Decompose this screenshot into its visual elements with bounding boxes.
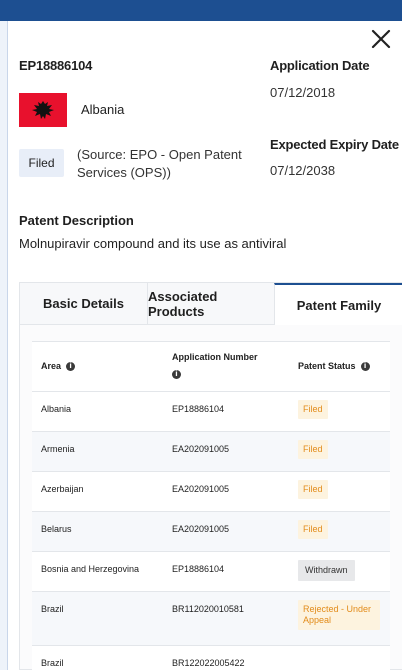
status-badge: Filed [298,400,328,419]
table-row[interactable]: Albania EP18886104 Filed [32,392,390,432]
tab-basic-details[interactable]: Basic Details [20,283,147,325]
albania-flag-icon [19,93,67,127]
cell-status: Rejected - Under Appeal [298,600,380,630]
cell-status: Filed [298,480,328,499]
status-badge: Filed [298,520,328,539]
patent-id: EP18886104 [19,58,93,73]
cell-area: Brazil [41,604,64,614]
top-bar [0,0,402,21]
expiry-date-label: Expected Expiry Date [270,137,399,152]
cell-area: Azerbaijan [41,484,84,494]
panel-edge [0,21,8,670]
info-icon[interactable]: i [172,370,181,379]
cell-application-number: EP18886104 [172,404,225,414]
cell-status: Filed [298,440,328,459]
cell-application-number: EP18886104 [172,564,225,574]
table-row[interactable]: Brazil BR122022005422 [32,646,390,670]
status-badge: Filed [19,149,64,177]
application-date-label: Application Date [270,58,370,73]
cell-area: Albania [41,404,72,414]
header-application-number: Application Number i [172,352,258,379]
table-row[interactable]: Armenia EA202091005 Filed [32,432,390,472]
info-icon[interactable]: i [66,361,76,371]
expiry-date: 07/12/2038 [270,163,336,178]
cell-area: Brazil [41,658,64,668]
table-row[interactable]: Belarus EA202091005 Filed [32,512,390,552]
source-text: (Source: EPO - Open Patent Services (OPS… [77,147,242,180]
table-row[interactable]: Brazil BR112020010581 Rejected - Under A… [32,592,390,646]
cell-area: Belarus [41,524,72,534]
country-name: Albania [81,102,125,117]
status-badge: Filed [298,440,328,459]
cell-status: Filed [298,400,328,419]
status-badge: Rejected - Under Appeal [298,600,380,630]
info-icon[interactable]: i [360,361,370,371]
table-header: Area i Application Number i Patent Statu… [32,342,390,392]
status-badge: Withdrawn [298,560,355,581]
cell-status: Filed [298,520,328,539]
table-row[interactable]: Bosnia and Herzegovina EP18886104 Withdr… [32,552,390,592]
tab-patent-family[interactable]: Patent Family [274,283,402,325]
description-title: Patent Description [19,213,134,228]
cell-application-number: EA202091005 [172,524,230,534]
cell-area: Bosnia and Herzegovina [41,564,140,574]
status-badge: Filed [298,480,328,499]
cell-status: Withdrawn [298,560,355,581]
application-date: 07/12/2018 [270,85,336,100]
tab-associated-products[interactable]: Associated Products [147,283,274,325]
cell-application-number: EA202091005 [172,484,230,494]
cell-area: Armenia [41,444,75,454]
description-text: Molnupiravir compound and its use as ant… [19,236,287,251]
tabs-panel: Basic Details Associated Products Patent… [19,282,402,670]
header-patent-status: Patent Status i [298,361,370,371]
cell-application-number: BR112020010581 [172,604,244,614]
close-button[interactable] [370,28,392,50]
cell-application-number: BR122022005422 [172,658,245,668]
patent-family-table: Area i Application Number i Patent Statu… [32,341,390,670]
table-row[interactable]: Azerbaijan EA202091005 Filed [32,472,390,512]
close-icon [371,29,391,49]
cell-application-number: EA202091005 [172,444,230,454]
header-area: Area i [41,361,76,371]
